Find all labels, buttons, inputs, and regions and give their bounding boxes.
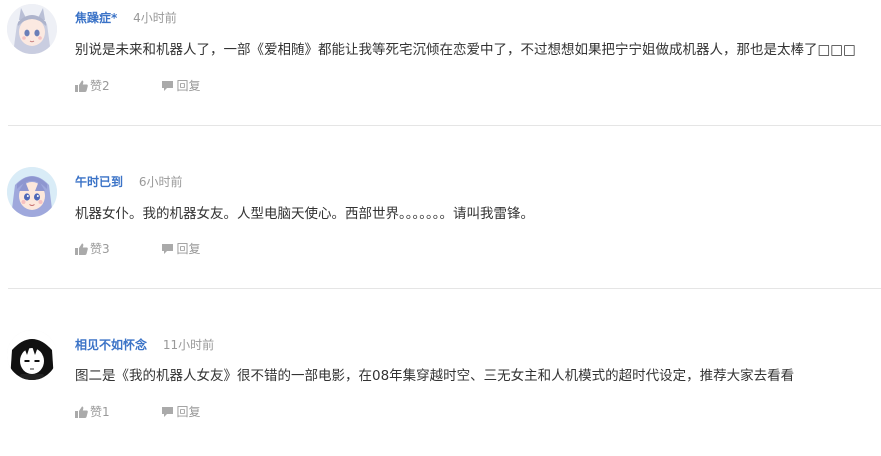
reply-label: 回复 bbox=[176, 404, 201, 419]
dark-hair-boy-avatar-icon bbox=[7, 330, 57, 380]
timestamp: 11小时前 bbox=[162, 338, 215, 352]
comment-actions: 赞3 回复 bbox=[75, 240, 200, 256]
reply-button[interactable]: 回复 bbox=[161, 241, 200, 257]
speech-bubble-icon bbox=[162, 80, 174, 91]
reply-button[interactable]: 回复 bbox=[161, 404, 200, 420]
reply-button[interactable]: 回复 bbox=[161, 78, 200, 94]
comment-divider bbox=[8, 125, 881, 126]
like-button[interactable]: 赞1 bbox=[75, 404, 110, 420]
comment-meta: 焦躁症* 4小时前 bbox=[75, 10, 177, 26]
comment-item: 相见不如怀念 11小时前 图二是《我的机器人女友》很不错的一部电影，在08年集穿… bbox=[0, 326, 881, 456]
like-count-label: 赞2 bbox=[90, 78, 110, 93]
comment-meta: 相见不如怀念 11小时前 bbox=[75, 337, 214, 353]
comment-item: 焦躁症* 4小时前 别说是未来和机器人了，一部《爱相随》都能让我等死宅沉倾在恋爱… bbox=[0, 0, 881, 130]
comment-text: 图二是《我的机器人女友》很不错的一部电影，在08年集穿越时空、三无女主和人机模式… bbox=[75, 368, 795, 384]
thumbs-up-icon bbox=[75, 80, 88, 92]
comment-text: 机器女仆。我的机器女友。人型电脑天使心。西部世界。。。。。。。请叫我雷锋。 bbox=[75, 206, 534, 222]
like-button[interactable]: 赞2 bbox=[75, 78, 110, 94]
avatar[interactable] bbox=[7, 330, 57, 380]
like-count-label: 赞3 bbox=[90, 241, 110, 256]
username-link[interactable]: 相见不如怀念 bbox=[75, 338, 147, 352]
speech-bubble-icon bbox=[162, 243, 174, 254]
anime-girl-avatar-icon bbox=[7, 167, 57, 217]
speech-bubble-icon bbox=[162, 406, 174, 417]
comment-actions: 赞1 回复 bbox=[75, 403, 200, 419]
username-link[interactable]: 焦躁症* bbox=[75, 11, 117, 25]
reply-label: 回复 bbox=[176, 241, 201, 256]
anime-girl-avatar-icon bbox=[7, 4, 57, 54]
avatar[interactable] bbox=[7, 167, 57, 217]
timestamp: 6小时前 bbox=[138, 175, 183, 189]
comment-text: 别说是未来和机器人了，一部《爱相随》都能让我等死宅沉倾在恋爱中了，不过想想如果把… bbox=[75, 42, 856, 58]
reply-label: 回复 bbox=[176, 78, 201, 93]
like-button[interactable]: 赞3 bbox=[75, 241, 110, 257]
comment-divider bbox=[8, 288, 881, 289]
thumbs-up-icon bbox=[75, 243, 88, 255]
comment-actions: 赞2 回复 bbox=[75, 77, 200, 93]
like-count-label: 赞1 bbox=[90, 404, 110, 419]
thumbs-up-icon bbox=[75, 406, 88, 418]
avatar[interactable] bbox=[7, 4, 57, 54]
comment-item: 午时已到 6小时前 机器女仆。我的机器女友。人型电脑天使心。西部世界。。。。。。… bbox=[0, 163, 881, 293]
username-link[interactable]: 午时已到 bbox=[75, 175, 123, 189]
timestamp: 4小时前 bbox=[133, 11, 177, 25]
comment-meta: 午时已到 6小时前 bbox=[75, 174, 182, 190]
